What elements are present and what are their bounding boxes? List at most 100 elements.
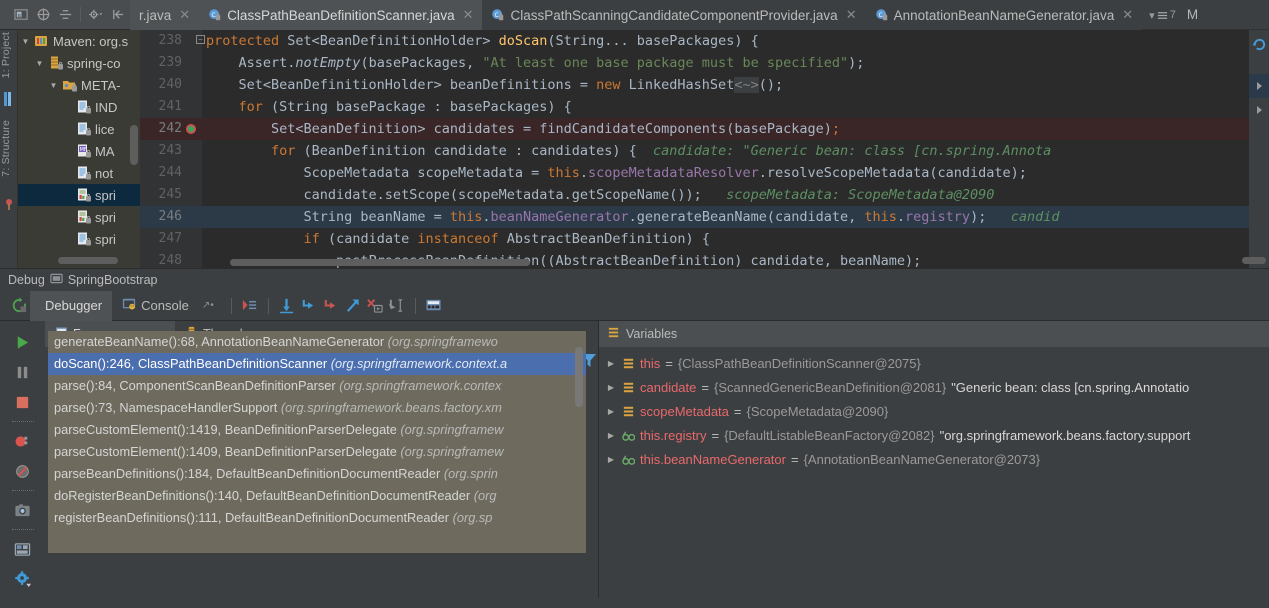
drop-frame-icon[interactable] xyxy=(364,295,386,317)
chevron-down-icon[interactable]: ▼ xyxy=(20,37,31,46)
sidebar-item-structure[interactable]: 7: Structure xyxy=(0,120,18,177)
project-structure-icon[interactable]: B xyxy=(14,7,29,22)
frame-item-6[interactable]: parseBeanDefinitions():184, DefaultBeanD… xyxy=(48,463,586,485)
tree-item-8[interactable]: spri xyxy=(18,206,140,228)
tree-item-9[interactable]: spri xyxy=(18,228,140,250)
variables-list[interactable]: ▶ this = {ClassPathBeanDefinitionScanner@20… xyxy=(599,347,1269,608)
tree-vertical-scrollbar[interactable] xyxy=(130,125,138,165)
file-icon xyxy=(76,231,92,247)
maven-icon[interactable] xyxy=(1249,32,1269,56)
variable-string: "org.springframework.beans.factory.suppo… xyxy=(939,427,1191,443)
editor-tab-2[interactable]: C ClassPathScanningCandidateComponentPro… xyxy=(482,0,866,30)
chevron-right-icon[interactable]: ▶ xyxy=(605,431,617,440)
code-line-245[interactable]: 245 candidate.setScope(scopeMetadata.get… xyxy=(140,184,1269,206)
editor-code-area[interactable]: 238 − protected Set<BeanDefinitionHolder> … xyxy=(140,30,1269,268)
frame-item-2[interactable]: parse():84, ComponentScanBeanDefinitionP… xyxy=(48,375,586,397)
collapse-icon[interactable] xyxy=(110,7,125,22)
chevron-right-icon[interactable]: ▶ xyxy=(605,455,617,464)
tree-item-3[interactable]: IND xyxy=(18,96,140,118)
breakpoint-icon[interactable] xyxy=(186,124,196,134)
code-line-246[interactable]: 246 String beanName = this.beanNameGener… xyxy=(140,206,1269,228)
force-step-into-icon[interactable] xyxy=(320,295,342,317)
resume-program-icon[interactable] xyxy=(8,327,38,357)
right-panel-scrollbar[interactable] xyxy=(1242,257,1266,264)
expand-right-icon-2[interactable] xyxy=(1249,98,1269,122)
variable-row-3[interactable]: ▶ this.registry = {DefaultListableBeanFacto… xyxy=(599,423,1269,447)
tree-item-4[interactable]: lice xyxy=(18,118,140,140)
toolbar-divider xyxy=(80,7,81,22)
close-icon[interactable]: ✕ xyxy=(179,7,190,23)
view-breakpoints-icon[interactable] xyxy=(8,426,38,456)
tree-horizontal-scrollbar[interactable] xyxy=(58,257,118,264)
frame-item-0[interactable]: generateBeanName():68, AnnotationBeanNam… xyxy=(48,331,586,353)
frame-item-8[interactable]: registerBeanDefinitions():111, DefaultBe… xyxy=(48,507,586,529)
chevron-right-icon[interactable]: ▶ xyxy=(605,383,617,392)
tree-item-1[interactable]: ▼ spring-co xyxy=(18,52,140,74)
code-editor[interactable]: 238 − protected Set<BeanDefinitionHolder> … xyxy=(140,30,1269,268)
tab-overflow-button[interactable]: ▾ 7 xyxy=(1142,0,1183,30)
mute-breakpoints-icon[interactable] xyxy=(8,456,38,486)
tab-console[interactable]: Console ↗• xyxy=(112,291,224,321)
file-icon xyxy=(76,165,92,181)
frame-item-4[interactable]: parseCustomElement():1419, BeanDefinitio… xyxy=(48,419,586,441)
step-out-icon[interactable] xyxy=(342,295,364,317)
variable-row-0[interactable]: ▶ this = {ClassPathBeanDefinitionScanner@20… xyxy=(599,351,1269,375)
tree-item-7[interactable]: spri xyxy=(18,184,140,206)
chevron-right-icon[interactable]: ▶ xyxy=(605,407,617,416)
pin-tab-icon[interactable]: ↗• xyxy=(202,300,214,311)
editor-tab-3[interactable]: C AnnotationBeanNameGenerator.java ✕ xyxy=(865,0,1143,30)
code-line-239[interactable]: 239 Assert.notEmpty(basePackages, "At le… xyxy=(140,52,1269,74)
variable-row-1[interactable]: ▶ candidate = {ScannedGenericBeanDefinition… xyxy=(599,375,1269,399)
expand-right-icon[interactable] xyxy=(1249,74,1269,98)
close-icon[interactable]: ✕ xyxy=(1122,7,1133,23)
frames-vertical-scrollbar[interactable] xyxy=(575,347,583,407)
code-line-240[interactable]: 240 Set<BeanDefinitionHolder> beanDefini… xyxy=(140,74,1269,96)
step-into-icon[interactable] xyxy=(298,295,320,317)
chevron-down-icon[interactable]: ▼ xyxy=(34,59,45,68)
frame-item-1[interactable]: doScan():246, ClassPathBeanDefinitionSca… xyxy=(48,353,586,375)
chevron-down-icon[interactable]: ▼ xyxy=(48,81,59,90)
code-line-242[interactable]: 242 Set<BeanDefinition> candidates = fin… xyxy=(140,118,1269,140)
variables-panel: Variables ▶ this = {ClassPathBeanDefinition… xyxy=(598,321,1269,608)
settings-icon[interactable] xyxy=(88,7,103,22)
tree-item-2[interactable]: ▼ META- xyxy=(18,74,140,96)
frame-method: doRegisterBeanDefinitions():140, Default… xyxy=(54,488,474,503)
layout-icon[interactable] xyxy=(8,534,38,564)
evaluate-expression-icon[interactable] xyxy=(423,295,445,317)
sidebar-item-project[interactable]: 1: Project xyxy=(0,32,18,78)
tree-item-5[interactable]: MF MA xyxy=(18,140,140,162)
code-line-247[interactable]: 247 if (candidate instanceof AbstractBea… xyxy=(140,228,1269,250)
show-execution-point-icon[interactable] xyxy=(239,295,261,317)
chevron-right-icon[interactable]: ▶ xyxy=(605,359,617,368)
camera-icon[interactable] xyxy=(8,495,38,525)
tree-item-0[interactable]: ▼ Maven: org.s xyxy=(18,30,140,52)
target-icon[interactable] xyxy=(36,7,51,22)
code-line-238[interactable]: 238 − protected Set<BeanDefinitionHolder> … xyxy=(140,30,1269,52)
run-to-cursor-icon[interactable] xyxy=(386,295,408,317)
pause-program-icon[interactable] xyxy=(8,357,38,387)
frame-item-7[interactable]: doRegisterBeanDefinitions():140, Default… xyxy=(48,485,586,507)
rerun-icon[interactable] xyxy=(8,295,30,317)
step-over-icon[interactable] xyxy=(276,295,298,317)
code-line-243[interactable]: 243 for (BeanDefinition candidate : cand… xyxy=(140,140,1269,162)
tab-debugger[interactable]: Debugger xyxy=(30,290,113,321)
frame-item-3[interactable]: parse():73, NamespaceHandlerSupport (org… xyxy=(48,397,586,419)
split-icon[interactable] xyxy=(58,7,73,22)
variable-row-2[interactable]: ▶ scopeMetadata = {ScopeMetadata@2090} xyxy=(599,399,1269,423)
variable-row-4[interactable]: ▶ this.beanNameGenerator = {AnnotationBeanN… xyxy=(599,447,1269,471)
frame-item-5[interactable]: parseCustomElement():1409, BeanDefinitio… xyxy=(48,441,586,463)
project-tree[interactable]: ▼ Maven: org.s ▼ spring-co ▼ META- IND lice MF MA… xyxy=(18,30,140,268)
close-icon[interactable]: ✕ xyxy=(846,7,857,23)
code-fold-icon[interactable]: − xyxy=(196,35,205,44)
toolbar-divider xyxy=(414,297,416,314)
code-line-244[interactable]: 244 ScopeMetadata scopeMetadata = this.s… xyxy=(140,162,1269,184)
frames-list[interactable]: generateBeanName():68, AnnotationBeanNam… xyxy=(48,331,586,553)
stop-icon[interactable] xyxy=(8,387,38,417)
code-line-241[interactable]: 241 for (String basePackage : basePackag… xyxy=(140,96,1269,118)
editor-tab-0[interactable]: r.java ✕ xyxy=(130,0,200,30)
tree-item-6[interactable]: not xyxy=(18,162,140,184)
gear-icon[interactable] xyxy=(8,564,38,594)
close-icon[interactable]: ✕ xyxy=(463,7,474,23)
editor-tab-1[interactable]: C ClassPathBeanDefinitionScanner.java ✕ xyxy=(199,0,483,30)
editor-horizontal-scrollbar[interactable] xyxy=(230,259,530,266)
